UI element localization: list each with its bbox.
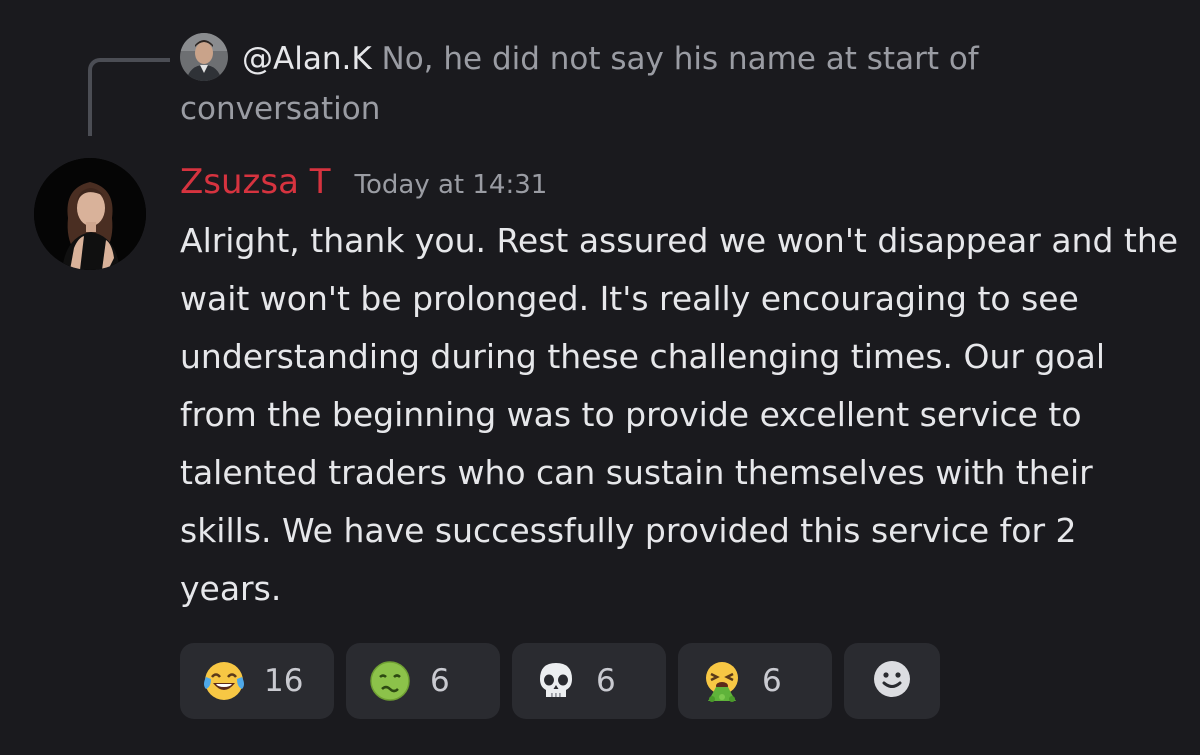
reaction-vomiting-face[interactable]: 6 (678, 643, 832, 719)
add-reaction-button[interactable] (844, 643, 940, 719)
message-header: Zsuzsa T Today at 14:31 (180, 154, 547, 210)
chat-message-screen: @Alan.K No, he did not say his name at s… (0, 0, 1200, 755)
vomiting-face-icon (700, 659, 744, 703)
nauseated-face-icon (368, 659, 412, 703)
reply-connector-line (88, 58, 170, 136)
reaction-count: 6 (596, 663, 616, 699)
message-author-avatar[interactable] (34, 158, 146, 270)
message-content: Alright, thank you. Rest assured we won'… (180, 221, 1179, 608)
message-timestamp: Today at 14:31 (354, 170, 548, 200)
face-with-tears-of-joy-icon (202, 659, 246, 703)
reaction-skull[interactable]: 6 (512, 643, 666, 719)
reply-preview[interactable]: @Alan.K No, he did not say his name at s… (180, 34, 1080, 134)
add-reaction-smiley-icon (870, 657, 914, 705)
skull-icon (534, 659, 578, 703)
reaction-nauseated-face[interactable]: 6 (346, 643, 500, 719)
reaction-count: 6 (430, 663, 450, 699)
reaction-count: 6 (762, 663, 782, 699)
reaction-face-with-tears-of-joy[interactable]: 16 (180, 643, 334, 719)
message-author-name[interactable]: Zsuzsa T (180, 154, 331, 210)
reaction-count: 16 (264, 663, 304, 699)
reply-author-name[interactable]: @Alan.K (242, 41, 372, 77)
reaction-bar: 16 6 6 6 (180, 643, 940, 719)
